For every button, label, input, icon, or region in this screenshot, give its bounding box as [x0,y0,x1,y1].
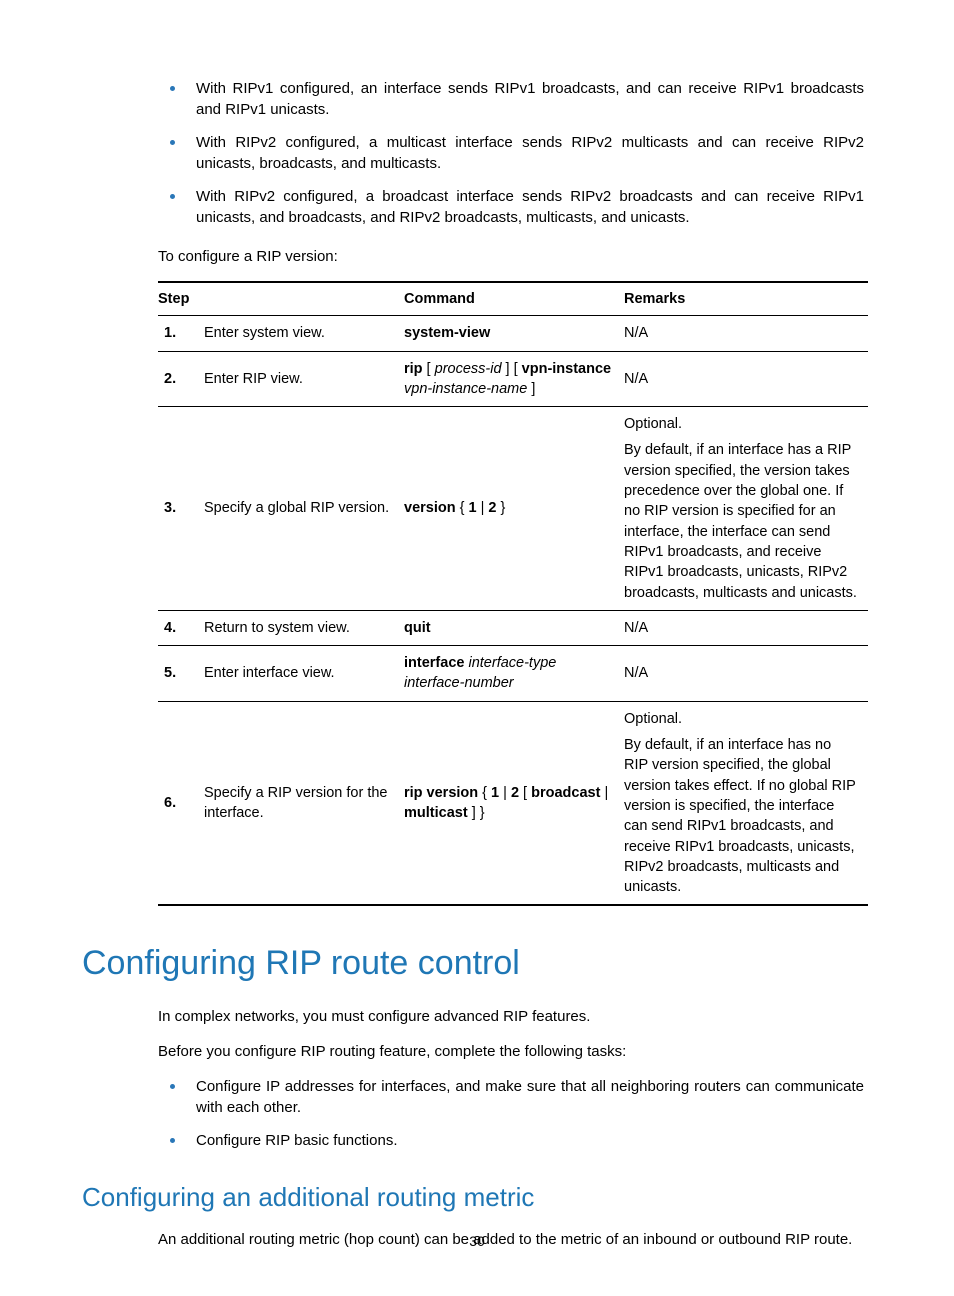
page-number: 30 [0,1232,954,1252]
command-cell: version { 1 | 2 } [404,407,624,611]
command-cell: rip [ process-id ] [ vpn-instance vpn-in… [404,351,624,407]
step-number: 5. [158,646,204,702]
command-cell: system-view [404,316,624,351]
remarks-cell: N/A [624,351,868,407]
col-remarks: Remarks [624,282,868,316]
body-paragraph: Before you configure RIP routing feature… [158,1041,868,1062]
step-number: 3. [158,407,204,611]
command-cell: rip version { 1 | 2 [ broadcast | multic… [404,701,624,905]
table-header-row: Step Command Remarks [158,282,868,316]
table-row: 2.Enter RIP view.rip [ process-id ] [ vp… [158,351,868,407]
step-description: Enter system view. [204,316,404,351]
bullet-item: With RIPv1 configured, an interface send… [196,78,868,120]
step-description: Specify a global RIP version. [204,407,404,611]
command-cell: interface interface-type interface-numbe… [404,646,624,702]
table-row: 1.Enter system view.system-viewN/A [158,316,868,351]
mid-bullet-list: Configure IP addresses for interfaces, a… [86,1076,868,1151]
col-command: Command [404,282,624,316]
bullet-item: Configure RIP basic functions. [196,1130,868,1151]
body-paragraph: In complex networks, you must configure … [158,1006,868,1027]
table-row: 6.Specify a RIP version for the interfac… [158,701,868,905]
step-number: 1. [158,316,204,351]
top-bullet-list: With RIPv1 configured, an interface send… [86,78,868,228]
table-row: 5.Enter interface view.interface interfa… [158,646,868,702]
table-row: 3.Specify a global RIP version.version {… [158,407,868,611]
lead-text: To configure a RIP version: [158,246,868,267]
step-description: Specify a RIP version for the interface. [204,701,404,905]
section-heading: Configuring RIP route control [82,940,868,988]
step-description: Enter interface view. [204,646,404,702]
table-row: 4.Return to system view.quitN/A [158,610,868,645]
col-step: Step [158,282,404,316]
remarks-cell: Optional.By default, if an interface has… [624,701,868,905]
remarks-cell: Optional.By default, if an interface has… [624,407,868,611]
bullet-item: Configure IP addresses for interfaces, a… [196,1076,868,1118]
bullet-item: With RIPv2 configured, a multicast inter… [196,132,868,174]
remarks-cell: N/A [624,610,868,645]
step-number: 6. [158,701,204,905]
step-description: Return to system view. [204,610,404,645]
remarks-cell: N/A [624,646,868,702]
step-description: Enter RIP view. [204,351,404,407]
command-cell: quit [404,610,624,645]
remarks-cell: N/A [624,316,868,351]
step-number: 4. [158,610,204,645]
step-number: 2. [158,351,204,407]
steps-table: Step Command Remarks 1.Enter system view… [158,281,868,906]
subsection-heading: Configuring an additional routing metric [82,1179,868,1215]
bullet-item: With RIPv2 configured, a broadcast inter… [196,186,868,228]
